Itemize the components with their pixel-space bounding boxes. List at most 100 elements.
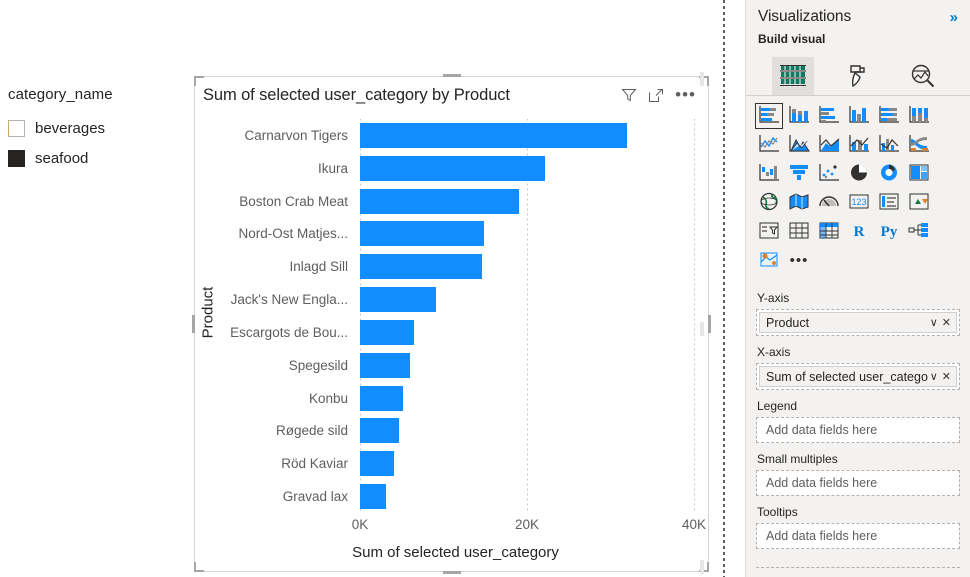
bar[interactable] [360, 287, 436, 313]
visual-type-python-visual[interactable]: Py [875, 219, 903, 245]
bar[interactable] [360, 385, 404, 411]
visual-type-kpi[interactable] [905, 190, 933, 216]
visual-type-line-and-stacked-column-chart[interactable] [845, 132, 873, 158]
bar-row [360, 152, 694, 185]
x-axis-tick-label: 0K [351, 517, 369, 532]
visual-type-card[interactable]: 123 [845, 190, 873, 216]
field-wells: Y-axis Product ∨ ✕ X-axis Sum of selected use… [746, 278, 970, 549]
gridline [694, 119, 695, 513]
field-pill-x-axis[interactable]: Sum of selected user_category ∨ ✕ [759, 366, 957, 387]
bar[interactable] [360, 451, 395, 477]
bar[interactable] [360, 254, 482, 280]
y-axis-tick-label: Konbu [217, 382, 355, 415]
bar-row [360, 250, 694, 283]
visual-header-icons: ••• [621, 86, 700, 103]
visual-type-100-percent-stacked-bar-chart[interactable] [875, 103, 903, 129]
visual-title: Sum of selected user_category by Product [203, 85, 510, 104]
visual-type-pie-chart[interactable] [845, 161, 873, 187]
visual-type-decomposition-tree[interactable] [905, 219, 933, 245]
bar[interactable] [360, 122, 628, 148]
visual-type-scatter-chart[interactable] [815, 161, 843, 187]
visual-type-gallery: 123 R Py ••• [746, 96, 970, 278]
x-axis-tick-label: 40K [681, 517, 707, 532]
filter-icon[interactable] [621, 87, 637, 103]
canvas-resize-handle-top[interactable] [700, 72, 704, 86]
visual-type-stacked-area-chart[interactable] [815, 132, 843, 158]
visual-type-azure-map[interactable] [755, 248, 783, 274]
category-label-text: Gravad lax [282, 489, 348, 505]
visual-type-r-script-visual[interactable]: R [845, 219, 873, 245]
tab-format-visual[interactable] [837, 57, 879, 95]
bar[interactable] [360, 155, 545, 181]
well-tooltips: Tooltips Add data fields here [756, 505, 960, 549]
resize-handle-right[interactable] [708, 315, 711, 333]
paint-roller-icon [850, 65, 865, 88]
visual-type-matrix[interactable] [815, 219, 843, 245]
resize-handle-bottom[interactable] [442, 571, 461, 574]
visual-type-table[interactable] [785, 219, 813, 245]
canvas-resize-handle-middle[interactable] [700, 322, 704, 336]
focus-mode-icon[interactable] [648, 87, 664, 103]
bar[interactable] [360, 319, 415, 345]
tab-build-visual[interactable] [771, 57, 814, 95]
bar[interactable] [360, 352, 411, 378]
bar[interactable] [360, 484, 386, 509]
visual-type-multi-row-card[interactable] [875, 190, 903, 216]
visual-type-more-visuals[interactable]: ••• [785, 248, 813, 274]
visual-type-map[interactable] [755, 190, 783, 216]
well-dropzone-tooltips[interactable]: Add data fields here [756, 523, 960, 549]
more-options-icon[interactable]: ••• [675, 86, 696, 103]
field-pill-y-axis[interactable]: Product ∨ ✕ [759, 312, 957, 333]
visual-type-clustered-column-chart[interactable] [845, 103, 873, 129]
canvas-resize-handle-bottom[interactable] [700, 560, 704, 574]
bar[interactable] [360, 418, 400, 444]
bar[interactable] [360, 188, 519, 214]
stacked-bar-chart-icon [758, 105, 780, 127]
well-dropzone-small-multiples[interactable]: Add data fields here [756, 470, 960, 496]
well-dropzone-legend[interactable]: Add data fields here [756, 417, 960, 443]
well-placeholder: Add data fields here [766, 476, 878, 490]
bar-row [360, 414, 694, 447]
visual-type-area-chart[interactable] [785, 132, 813, 158]
map-icon [758, 192, 780, 214]
field-remove-icon[interactable]: ✕ [940, 370, 953, 383]
field-dropdown-icon[interactable]: ∨ [928, 316, 940, 329]
field-dropdown-icon[interactable]: ∨ [928, 370, 940, 383]
visual-type-clustered-bar-chart[interactable] [815, 103, 843, 129]
visual-type-line-chart[interactable] [755, 132, 783, 158]
visual-type-stacked-column-chart[interactable] [785, 103, 813, 129]
visual-type-treemap[interactable] [905, 161, 933, 187]
visual-type-slicer[interactable] [755, 219, 783, 245]
pane-divider[interactable] [723, 0, 725, 577]
field-pill-label: Product [766, 315, 810, 330]
visual-type-gauge-chart[interactable] [815, 190, 843, 216]
chart-plot-area: Product Carnarvon Tigers Ikura Boston Crab… [195, 113, 708, 571]
well-dropzone-y-axis[interactable]: Product ∨ ✕ [756, 309, 960, 336]
pane-subtitle: Build visual [758, 32, 826, 46]
visual-type-filled-map[interactable] [785, 190, 813, 216]
slicer-item-beverages[interactable]: beverages [8, 113, 178, 143]
svg-text:123: 123 [851, 197, 866, 207]
category-name-slicer[interactable]: category_name beverages seafood [8, 86, 178, 173]
visual-type-100-percent-stacked-column-chart[interactable] [905, 103, 933, 129]
visual-type-donut-chart[interactable] [875, 161, 903, 187]
visual-type-funnel-chart[interactable] [785, 161, 813, 187]
visual-type-line-and-clustered-column-chart[interactable] [875, 132, 903, 158]
tab-analytics[interactable] [902, 57, 944, 95]
visual-type-ribbon-chart[interactable] [905, 132, 933, 158]
collapse-pane-icon[interactable]: » [950, 9, 958, 26]
slicer-checkbox-beverages[interactable] [8, 119, 25, 137]
bar-chart-visual[interactable]: Sum of selected user_category by Product… [192, 74, 711, 574]
visual-type-waterfall-chart[interactable] [755, 161, 783, 187]
python-visual-icon: Py [880, 223, 898, 240]
bar[interactable] [360, 221, 484, 247]
table-icon [788, 221, 810, 243]
well-dropzone-x-axis[interactable]: Sum of selected user_category ∨ ✕ [756, 363, 960, 390]
slicer-icon [758, 221, 780, 243]
slicer-checkbox-seafood[interactable] [8, 149, 25, 167]
bar-row [360, 447, 694, 480]
slicer-item-seafood[interactable]: seafood [8, 143, 178, 173]
visual-type-stacked-bar-chart[interactable] [755, 103, 783, 129]
field-remove-icon[interactable]: ✕ [940, 316, 953, 329]
azure-map-icon [758, 250, 780, 272]
